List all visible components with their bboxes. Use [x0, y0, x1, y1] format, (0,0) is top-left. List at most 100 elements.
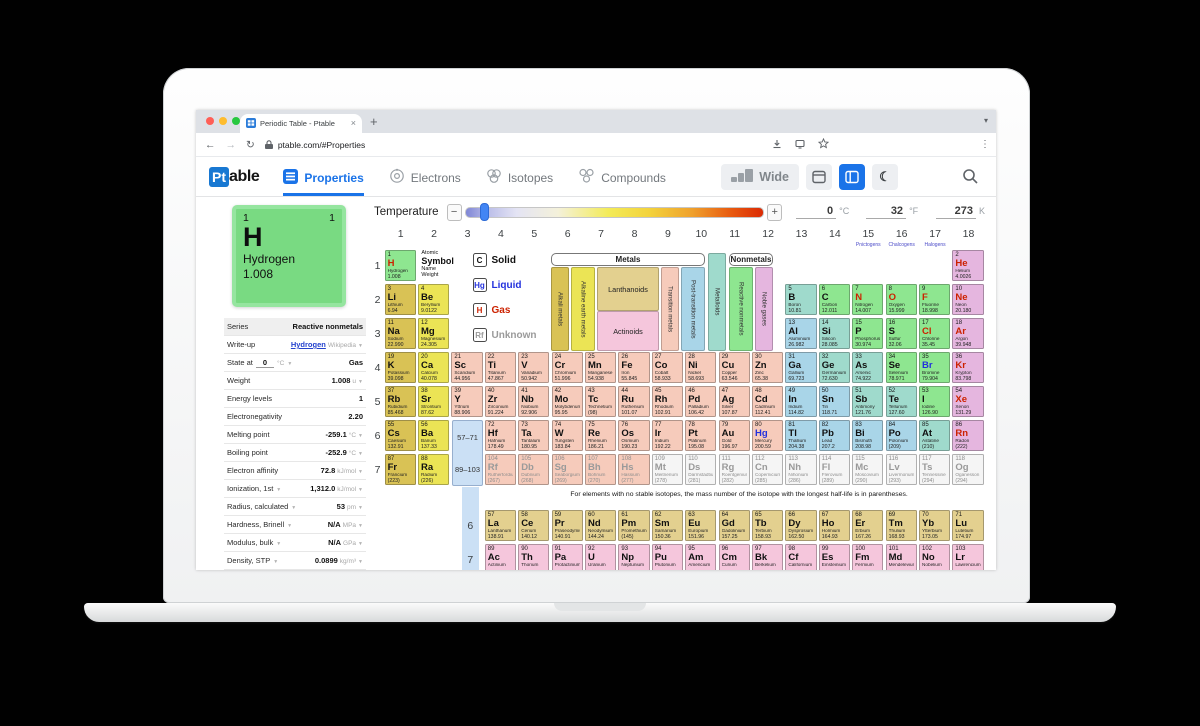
element-In[interactable]: 49InIndium114.82	[785, 386, 816, 418]
sidebar-view-button[interactable]	[839, 164, 865, 190]
install-app-icon[interactable]	[795, 136, 805, 154]
element-Yb[interactable]: 70YbYtterbium173.05	[919, 510, 950, 542]
element-As[interactable]: 33AsArsenic74.922	[852, 352, 883, 384]
element-V[interactable]: 23VVanadium50.942	[518, 352, 549, 384]
element-Er[interactable]: 68ErErbium167.26	[852, 510, 883, 542]
group-number-13[interactable]: 13	[785, 228, 818, 240]
element-Cu[interactable]: 29CuCopper63.546	[719, 352, 750, 384]
element-Rb[interactable]: 37RbRubidium85.468	[385, 386, 416, 418]
browser-menu-icon[interactable]: ⋮	[980, 139, 990, 150]
element-Ba[interactable]: 56BaBarium137.33	[418, 420, 449, 452]
back-icon[interactable]: ←	[205, 139, 216, 151]
label-dropdown-caret[interactable]: ▼	[273, 559, 278, 565]
element-Cf[interactable]: 98CfCalifornium	[785, 544, 816, 570]
element-Pd[interactable]: 46PdPalladium106.42	[685, 386, 716, 418]
url-text[interactable]: ptable.com/#Properties	[278, 140, 365, 150]
group-number-17[interactable]: 17	[918, 228, 951, 240]
element-Am[interactable]: 95AmAmericium	[685, 544, 716, 570]
browser-tab[interactable]: Periodic Table - Ptable ×	[240, 114, 362, 133]
element-Ho[interactable]: 67HoHolmium164.93	[819, 510, 850, 542]
kelvin-input[interactable]: 273	[936, 205, 976, 219]
category-actinoids[interactable]: Actinoids	[597, 311, 659, 351]
bookmark-star-icon[interactable]	[818, 136, 829, 154]
element-Sm[interactable]: 62SmSamarium150.36	[652, 510, 683, 542]
element-Sc[interactable]: 21ScScandium44.956	[451, 352, 482, 384]
element-Kr[interactable]: 36KrKrypton83.798	[952, 352, 983, 384]
tab-close-icon[interactable]: ×	[351, 119, 356, 128]
group-number-14[interactable]: 14	[818, 228, 851, 240]
element-P[interactable]: 15PPhosphorus30.974	[852, 318, 883, 350]
element-Zn[interactable]: 30ZnZinc65.38	[752, 352, 783, 384]
element-Co[interactable]: 27CoCobalt58.933	[652, 352, 683, 384]
element-Ru[interactable]: 44RuRuthenium101.07	[618, 386, 649, 418]
celsius-input[interactable]: 0	[796, 205, 836, 219]
element-Cl[interactable]: 17ClChlorine35.45	[919, 318, 950, 350]
category-alkaline-earth-metals[interactable]: Alkaline earth metals	[571, 267, 595, 351]
period-number-6[interactable]: 6	[372, 430, 383, 442]
forward-icon[interactable]: →	[226, 139, 237, 151]
group-number-11[interactable]: 11	[718, 228, 751, 240]
value-dropdown-caret[interactable]: ▼	[358, 451, 363, 457]
element-Se[interactable]: 34SeSelenium78.971	[886, 352, 917, 384]
group-number-18[interactable]: 18	[952, 228, 985, 240]
group-number-5[interactable]: 5	[518, 228, 551, 240]
element-Pt[interactable]: 78PtPlatinum195.08	[685, 420, 716, 452]
element-Ne[interactable]: 10NeNeon20.180	[952, 284, 983, 316]
temperature-minus-button[interactable]: −	[447, 204, 462, 221]
element-Np[interactable]: 93NpNeptunium	[618, 544, 649, 570]
element-Cs[interactable]: 55CsCaesium132.91	[385, 420, 416, 452]
element-Rg[interactable]: 111RgRoentgenium(282)	[719, 454, 750, 486]
label-dropdown-caret[interactable]: ▼	[287, 523, 292, 529]
element-O[interactable]: 8OOxygen15.999	[886, 284, 917, 316]
element-N[interactable]: 7NNitrogen14.007	[852, 284, 883, 316]
element-I[interactable]: 53IIodine126.90	[919, 386, 950, 418]
element-Lr[interactable]: 103LrLawrencium	[952, 544, 983, 570]
category-alkali-metals[interactable]: Alkali metals	[551, 267, 569, 351]
element-Fr[interactable]: 87FrFrancium(223)	[385, 454, 416, 486]
element-At[interactable]: 85AtAstatine(210)	[919, 420, 950, 452]
element-Y[interactable]: 39YYttrium88.906	[451, 386, 482, 418]
element-Nh[interactable]: 113NhNihonium(286)	[785, 454, 816, 486]
value-dropdown-caret[interactable]: ▼	[358, 505, 363, 511]
element-K[interactable]: 19KPotassium39.098	[385, 352, 416, 384]
element-C[interactable]: 6CCarbon12.011	[819, 284, 850, 316]
label-dropdown-caret[interactable]: ▼	[287, 361, 292, 367]
element-Rh[interactable]: 45RhRhodium102.91	[652, 386, 683, 418]
element-Os[interactable]: 76OsOsmium190.23	[618, 420, 649, 452]
category-lanthanoids[interactable]: Lanthanoids	[597, 267, 659, 311]
group-number-6[interactable]: 6	[551, 228, 584, 240]
value-dropdown-caret[interactable]: ▼	[358, 433, 363, 439]
category-noble-gases[interactable]: Noble gases	[755, 267, 773, 351]
element-Sr[interactable]: 38SrStrontium87.62	[418, 386, 449, 418]
temperature-slider-thumb[interactable]	[480, 203, 489, 221]
element-Na[interactable]: 11NaSodium22.990	[385, 318, 416, 350]
label-dropdown-caret[interactable]: ▼	[276, 487, 281, 493]
element-Be[interactable]: 4BeBeryllium9.0122	[418, 284, 449, 316]
element-Mg[interactable]: 12MgMagnesium24.305	[418, 318, 449, 350]
element-Lu[interactable]: 71LuLutetium174.97	[952, 510, 983, 542]
element-Fm[interactable]: 100FmFermium	[852, 544, 883, 570]
group-number-4[interactable]: 4	[484, 228, 517, 240]
period-number-5[interactable]: 5	[372, 396, 383, 408]
value-dropdown-caret[interactable]: ▼	[358, 343, 363, 349]
element-Mt[interactable]: 109MtMeitnerium(278)	[652, 454, 683, 486]
element-S[interactable]: 16SSulfur32.06	[886, 318, 917, 350]
value-dropdown-caret[interactable]: ▼	[358, 559, 363, 565]
group-number-1[interactable]: 1	[384, 228, 417, 240]
element-Pb[interactable]: 82PbLead207.2	[819, 420, 850, 452]
element-Fl[interactable]: 114FlFlerovium(289)	[819, 454, 850, 486]
element-Og[interactable]: 118OgOganesson(294)	[952, 454, 983, 486]
element-Ce[interactable]: 58CeCerium140.12	[518, 510, 549, 542]
value-dropdown-caret[interactable]: ▼	[358, 541, 363, 547]
element-Pr[interactable]: 59PrPraseodymium140.91	[552, 510, 583, 542]
element-No[interactable]: 102NoNobelium	[919, 544, 950, 570]
maximize-window-button[interactable]	[232, 117, 240, 125]
element-Pu[interactable]: 94PuPlutonium	[652, 544, 683, 570]
group-number-8[interactable]: 8	[618, 228, 651, 240]
element-Zr[interactable]: 40ZrZirconium91.224	[485, 386, 516, 418]
value-dropdown-caret[interactable]: ▼	[358, 487, 363, 493]
search-button[interactable]	[957, 164, 983, 190]
ptable-logo[interactable]: Ptable	[209, 167, 259, 187]
element-Fe[interactable]: 26FeIron55.845	[618, 352, 649, 384]
element-Nd[interactable]: 60NdNeodymium144.24	[585, 510, 616, 542]
